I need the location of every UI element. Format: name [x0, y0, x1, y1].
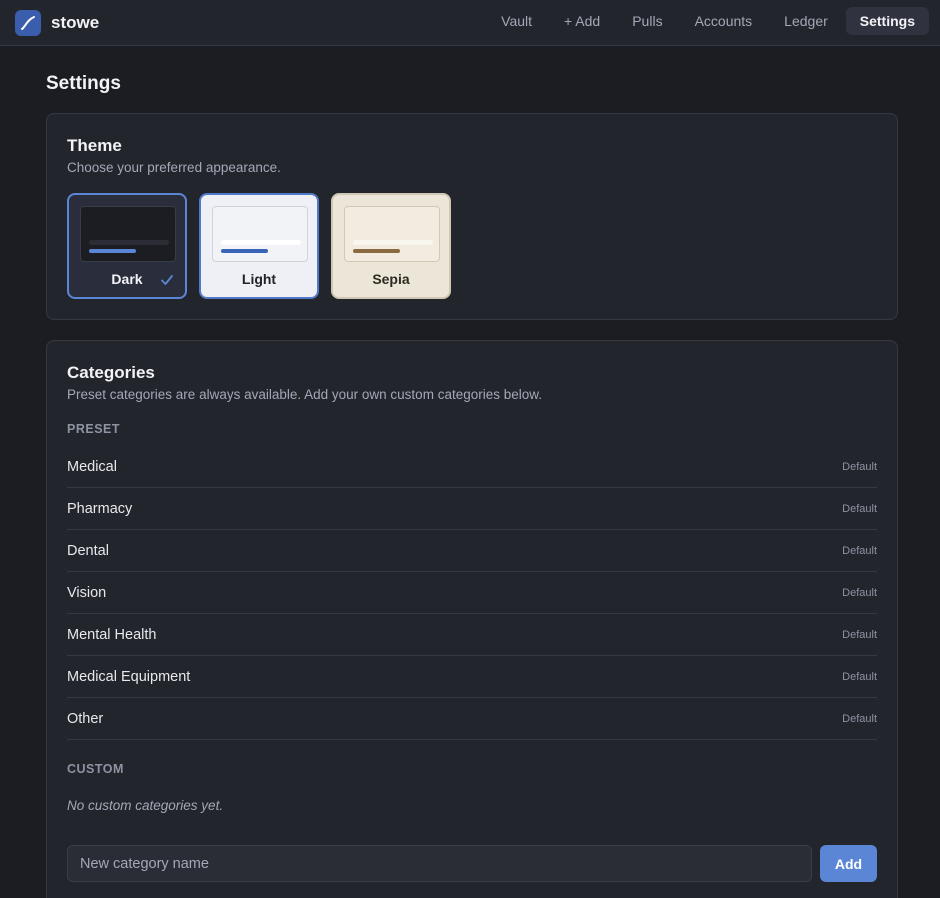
theme-card: Theme Choose your preferred appearance. …	[46, 113, 898, 320]
main-nav: Vault + Add Pulls Accounts Ledger Settin…	[483, 7, 929, 35]
nav-ledger[interactable]: Ledger	[770, 7, 842, 35]
list-item: Dental Default	[67, 530, 877, 572]
list-item: Medical Equipment Default	[67, 656, 877, 698]
theme-option-label: Light	[241, 271, 277, 287]
theme-option-light[interactable]: Light	[199, 193, 319, 299]
default-badge: Default	[842, 712, 877, 725]
checkmark-icon	[161, 275, 173, 285]
light-preview	[212, 206, 308, 262]
default-badge: Default	[842, 586, 877, 599]
preset-list: Medical Default Pharmacy Default Dental …	[67, 446, 877, 740]
category-name: Medical Equipment	[67, 668, 191, 685]
category-name: Medical	[67, 458, 117, 475]
list-item: Mental Health Default	[67, 614, 877, 656]
preset-label: PRESET	[67, 422, 121, 436]
list-item: Other Default	[67, 698, 877, 740]
category-name: Mental Health	[67, 626, 157, 643]
theme-option-dark[interactable]: Dark	[67, 193, 187, 299]
top-bar: stowe Vault + Add Pulls Accounts Ledger …	[0, 0, 940, 46]
default-badge: Default	[842, 628, 877, 641]
theme-option-sepia[interactable]: Sepia	[331, 193, 451, 299]
categories-card: Categories Preset categories are always …	[46, 340, 898, 898]
trend-line-icon	[15, 9, 41, 36]
list-item: Pharmacy Default	[67, 488, 877, 530]
theme-option-label: Sepia	[372, 271, 410, 287]
category-name: Vision	[67, 584, 107, 601]
nav-settings[interactable]: Settings	[845, 7, 929, 35]
category-name: Other	[67, 710, 104, 727]
theme-subtitle: Choose your preferred appearance.	[67, 160, 281, 175]
add-category-button[interactable]: Add	[820, 845, 877, 882]
default-badge: Default	[842, 502, 877, 515]
nav-add[interactable]: + Add	[550, 7, 614, 35]
theme-title: Theme	[67, 136, 122, 155]
brand[interactable]: stowe	[15, 9, 100, 36]
app-name: stowe	[51, 12, 100, 32]
new-category-input[interactable]	[67, 845, 812, 882]
categories-subtitle: Preset categories are always available. …	[67, 387, 543, 402]
nav-vault[interactable]: Vault	[487, 7, 546, 35]
default-badge: Default	[842, 544, 877, 557]
custom-label: CUSTOM	[67, 762, 124, 776]
category-name: Dental	[67, 542, 109, 559]
page-title: Settings	[46, 73, 121, 94]
nav-accounts[interactable]: Accounts	[681, 7, 767, 35]
dark-preview	[80, 206, 176, 262]
list-item: Medical Default	[67, 446, 877, 488]
empty-custom-note: No custom categories yet.	[67, 798, 224, 813]
nav-pulls[interactable]: Pulls	[618, 7, 676, 35]
list-item: Vision Default	[67, 572, 877, 614]
default-badge: Default	[842, 670, 877, 683]
default-badge: Default	[842, 460, 877, 473]
sepia-preview	[344, 206, 440, 262]
category-name: Pharmacy	[67, 500, 133, 517]
categories-title: Categories	[67, 363, 155, 382]
